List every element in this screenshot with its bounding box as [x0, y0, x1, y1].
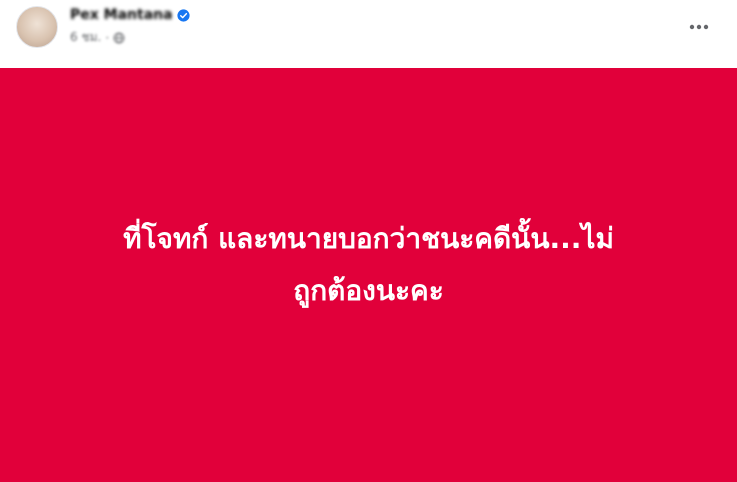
author-name[interactable]: Pex Mantana — [70, 7, 173, 23]
author-avatar[interactable] — [16, 6, 58, 48]
post-text: ที่โจทก์ และทนายบอกว่าชนะคดีนั้น...ไม่ ถ… — [19, 213, 719, 317]
post-colored-background: ที่โจทก์ และทนายบอกว่าชนะคดีนั้น...ไม่ ถ… — [0, 68, 737, 482]
post-meta: 6 ชม. · — [70, 28, 125, 47]
post-timestamp[interactable]: 6 ชม. — [70, 28, 101, 47]
author-row: Pex Mantana — [70, 7, 190, 23]
post-header: Pex Mantana 6 ชม. · — [0, 0, 737, 68]
post-text-line-2: ถูกต้องนะคะ — [293, 274, 444, 307]
globe-icon[interactable] — [113, 32, 125, 44]
more-options-icon — [689, 24, 709, 30]
more-options-button[interactable] — [681, 9, 717, 45]
verified-badge-icon — [176, 8, 190, 22]
meta-separator: · — [105, 30, 110, 45]
facebook-post: Pex Mantana 6 ชม. · ที่โจทก์ และทนายบอกว… — [0, 0, 737, 482]
post-text-line-1: ที่โจทก์ และทนายบอกว่าชนะคดีนั้น...ไม่ — [123, 222, 614, 255]
